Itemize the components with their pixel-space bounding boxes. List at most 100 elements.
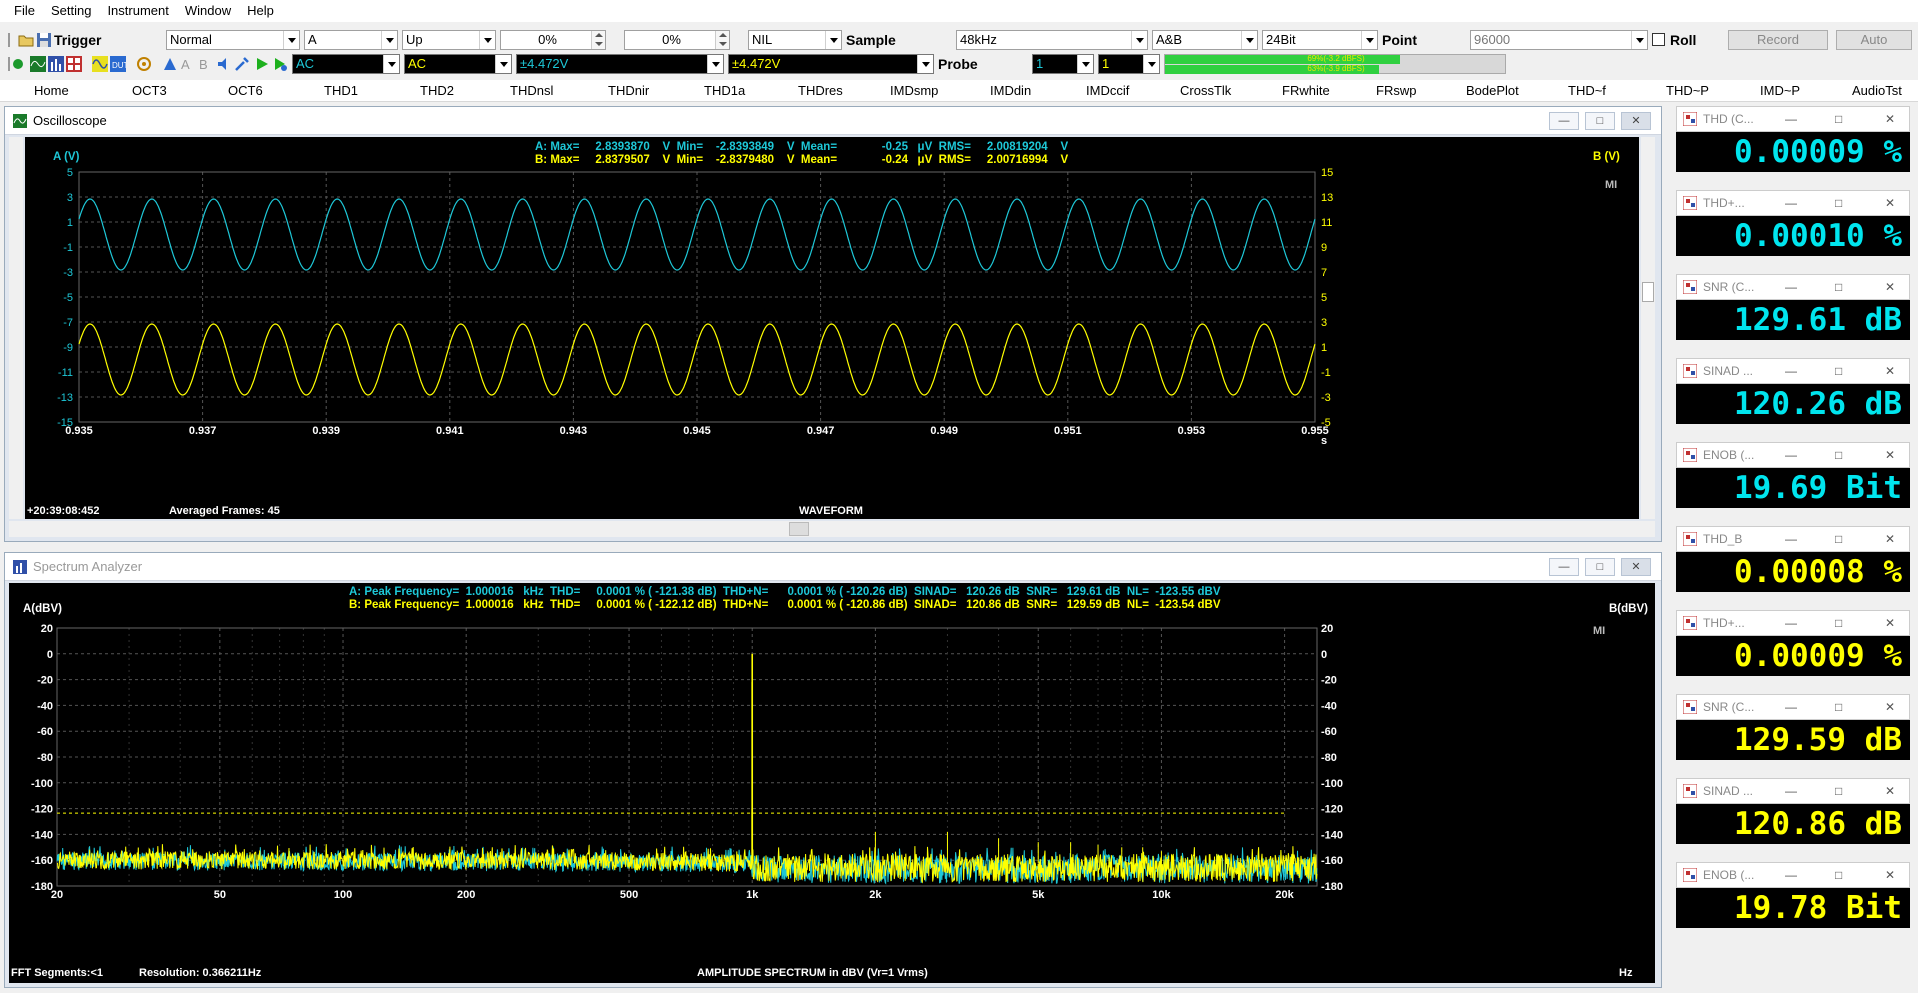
tab-thd1a[interactable]: THD1a xyxy=(704,83,745,98)
meter-grid-icon[interactable] xyxy=(66,56,82,76)
close-button[interactable]: ✕ xyxy=(1885,112,1895,126)
dso-icon[interactable]: DUT xyxy=(110,56,126,76)
scope-left-scrollbar[interactable] xyxy=(9,137,23,519)
weighting-select[interactable]: NIL xyxy=(748,30,842,50)
close-button[interactable]: ✕ xyxy=(1621,558,1651,576)
points-select[interactable]: 96000 xyxy=(1470,30,1648,50)
maximize-button[interactable]: □ xyxy=(1585,558,1615,576)
maximize-button[interactable]: □ xyxy=(1835,784,1842,798)
close-button[interactable]: ✕ xyxy=(1885,532,1895,546)
spectrum-mi-badge[interactable]: MI xyxy=(1593,625,1605,637)
calibrate-icon[interactable] xyxy=(136,56,152,76)
scope-mi-badge[interactable]: MI xyxy=(1605,179,1617,191)
maximize-button[interactable]: □ xyxy=(1835,448,1842,462)
minimize-button[interactable]: — xyxy=(1785,112,1797,126)
generator-icon[interactable] xyxy=(92,56,108,76)
trigger-icon[interactable] xyxy=(162,56,178,76)
scope-horizontal-scrollbar[interactable] xyxy=(9,521,1655,537)
menu-setting[interactable]: Setting xyxy=(43,0,99,22)
spectrum-chart[interactable]: 20 200 0-20 -20-40 -40-60 -60-80 -80-100 -100-1… xyxy=(9,583,1655,983)
minimize-button[interactable]: — xyxy=(1549,558,1579,576)
tab-oct6[interactable]: OCT6 xyxy=(228,83,263,98)
record-dot-icon[interactable] xyxy=(12,58,24,78)
tab-crosstlk[interactable]: CrossTlk xyxy=(1180,83,1231,98)
minimize-button[interactable]: — xyxy=(1785,868,1797,882)
coupling-b-select[interactable]: AC xyxy=(404,54,512,74)
oscilloscope-chart[interactable]: 5 153 131 11-1 9-3 7-5 5-7 3-9 1-11 -1-13 -3-15 -50… xyxy=(25,137,1639,519)
tab-thd1[interactable]: THD1 xyxy=(324,83,358,98)
minimize-button[interactable]: — xyxy=(1785,280,1797,294)
tab-thdres[interactable]: THDres xyxy=(798,83,843,98)
trigger-mode-select[interactable]: Normal xyxy=(166,30,300,50)
range-b-select[interactable]: ±4.472V xyxy=(728,54,934,74)
scope-scroll-thumb[interactable] xyxy=(1642,282,1654,302)
auto-button[interactable]: Auto xyxy=(1836,30,1912,50)
close-button[interactable]: ✕ xyxy=(1885,448,1895,462)
trigger-level-stepper[interactable]: 0% xyxy=(500,30,606,50)
probe-a-select[interactable]: 1 xyxy=(1032,54,1094,74)
text-b-icon[interactable]: B xyxy=(198,56,214,76)
tools-icon[interactable] xyxy=(234,56,250,76)
sample-rate-select[interactable]: 48kHz xyxy=(956,30,1148,50)
trigger-channel-select[interactable]: A xyxy=(304,30,398,50)
speaker-icon[interactable] xyxy=(216,56,232,76)
tab-thd-p[interactable]: THD~P xyxy=(1666,83,1709,98)
oscilloscope-plot[interactable]: 5 15 3 13 1 11 -1 9 -3 7 -5 5 -7 3 -9 1 -11 -1 -13 -3 -15 -5 0… xyxy=(25,137,1639,519)
maximize-button[interactable]: □ xyxy=(1835,700,1842,714)
bit-depth-select[interactable]: 24Bit xyxy=(1262,30,1378,50)
menu-instrument[interactable]: Instrument xyxy=(99,0,176,22)
record-button[interactable]: Record xyxy=(1728,30,1828,50)
minimize-button[interactable]: — xyxy=(1785,616,1797,630)
menu-window[interactable]: Window xyxy=(177,0,239,22)
menu-file[interactable]: File xyxy=(6,0,43,22)
play-icon[interactable] xyxy=(254,56,270,76)
trigger-offset-stepper[interactable]: 0% xyxy=(624,30,730,50)
minimize-button[interactable]: — xyxy=(1785,784,1797,798)
maximize-button[interactable]: □ xyxy=(1835,868,1842,882)
oscilloscope-icon[interactable] xyxy=(30,56,46,76)
minimize-button[interactable]: — xyxy=(1785,448,1797,462)
maximize-button[interactable]: □ xyxy=(1835,196,1842,210)
play-step-icon[interactable] xyxy=(272,56,288,76)
close-button[interactable]: ✕ xyxy=(1885,784,1895,798)
close-button[interactable]: ✕ xyxy=(1885,280,1895,294)
scope-right-scrollbar[interactable] xyxy=(1641,137,1655,519)
tab-thdnir[interactable]: THDnir xyxy=(608,83,649,98)
tab-bodeplot[interactable]: BodePlot xyxy=(1466,83,1519,98)
minimize-button[interactable]: — xyxy=(1785,196,1797,210)
tab-imd-p[interactable]: IMD~P xyxy=(1760,83,1800,98)
menu-help[interactable]: Help xyxy=(239,0,282,22)
open-folder-icon[interactable] xyxy=(18,32,34,52)
scope-h-scroll-thumb[interactable] xyxy=(789,522,809,536)
tab-imdccif[interactable]: IMDccif xyxy=(1086,83,1129,98)
tab-frwhite[interactable]: FRwhite xyxy=(1282,83,1330,98)
tab-imddin[interactable]: IMDdin xyxy=(990,83,1031,98)
probe-b-select[interactable]: 1 xyxy=(1098,54,1160,74)
maximize-button[interactable]: □ xyxy=(1585,112,1615,130)
spin-arrows-icon[interactable] xyxy=(715,31,729,49)
range-a-select[interactable]: ±4.472V xyxy=(516,54,724,74)
close-button[interactable]: ✕ xyxy=(1885,616,1895,630)
roll-checkbox[interactable] xyxy=(1652,33,1665,46)
tab-thd-f[interactable]: THD~f xyxy=(1568,83,1606,98)
tab-thdnsl[interactable]: THDnsl xyxy=(510,83,553,98)
spectrum-plot[interactable]: 20 20 0 0 -20 -20 -40 -40 -60 -60 -80 -80 -100 -100 -1… xyxy=(9,583,1655,983)
tab-oct3[interactable]: OCT3 xyxy=(132,83,167,98)
close-button[interactable]: ✕ xyxy=(1621,112,1651,130)
spectrum-icon[interactable] xyxy=(48,56,64,76)
text-a-icon[interactable]: A xyxy=(180,56,196,76)
minimize-button[interactable]: — xyxy=(1785,364,1797,378)
maximize-button[interactable]: □ xyxy=(1835,280,1842,294)
minimize-button[interactable]: — xyxy=(1785,532,1797,546)
tab-audiotst[interactable]: AudioTst xyxy=(1852,83,1902,98)
tab-imdsmp[interactable]: IMDsmp xyxy=(890,83,938,98)
close-button[interactable]: ✕ xyxy=(1885,700,1895,714)
maximize-button[interactable]: □ xyxy=(1835,616,1842,630)
tab-frswp[interactable]: FRswp xyxy=(1376,83,1416,98)
trigger-edge-select[interactable]: Up xyxy=(402,30,496,50)
maximize-button[interactable]: □ xyxy=(1835,112,1842,126)
save-icon[interactable] xyxy=(36,32,52,52)
spin-arrows-icon[interactable] xyxy=(591,31,605,49)
close-button[interactable]: ✕ xyxy=(1885,868,1895,882)
tab-home[interactable]: Home xyxy=(34,83,69,98)
